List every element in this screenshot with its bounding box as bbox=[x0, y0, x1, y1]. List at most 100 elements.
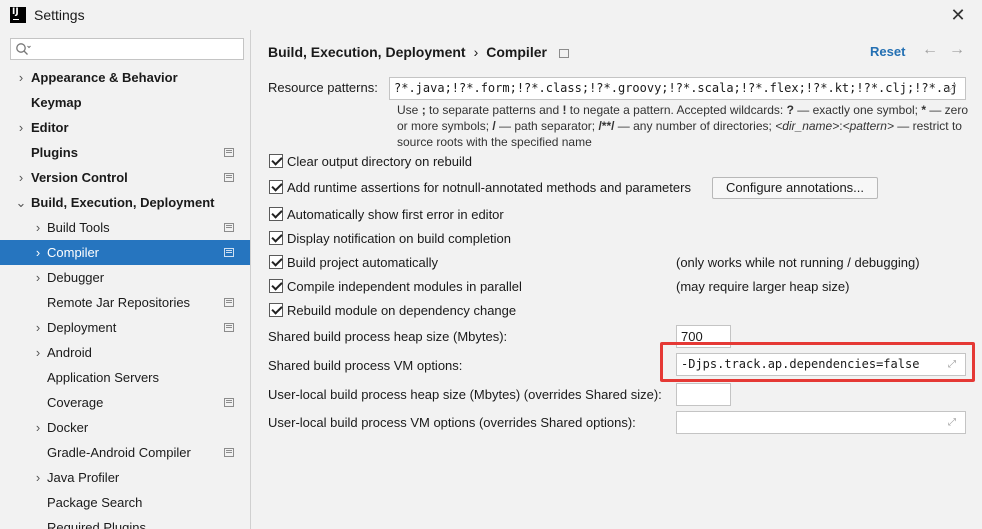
runtime-assertions-checkbox[interactable] bbox=[269, 180, 283, 194]
title-bar: IJ Settings ✕ bbox=[0, 0, 982, 30]
sidebar-item-package-search[interactable]: Package Search bbox=[0, 490, 250, 515]
hint-text: — exactly one symbol; bbox=[793, 103, 922, 117]
project-settings-icon bbox=[224, 248, 234, 257]
expand-icon[interactable]: ⤢ bbox=[948, 359, 959, 370]
checkbox-label: Display notification on build completion bbox=[287, 230, 512, 246]
compiler-settings-panel: Build, Execution, Deployment › Compiler Re… bbox=[252, 30, 982, 529]
project-settings-icon bbox=[224, 148, 234, 157]
settings-search-input[interactable] bbox=[10, 38, 244, 60]
shared-heap-input[interactable]: 700 bbox=[676, 325, 731, 348]
hint-text: to separate patterns and bbox=[425, 103, 563, 117]
rebuild-on-dependency-checkbox[interactable] bbox=[269, 303, 283, 317]
configure-annotations-button[interactable]: Configure annotations... bbox=[712, 177, 878, 199]
settings-sidebar: › Appearance & Behavior Keymap › Editor … bbox=[0, 30, 251, 529]
shared-vm-label: Shared build process VM options: bbox=[268, 358, 463, 373]
sidebar-item-compiler[interactable]: › Compiler bbox=[0, 240, 250, 265]
chevron-right-icon: › bbox=[35, 470, 41, 485]
local-vm-options-input[interactable]: ⤢ bbox=[676, 411, 966, 434]
project-settings-icon bbox=[224, 448, 234, 457]
sidebar-item-appearance-behavior[interactable]: › Appearance & Behavior bbox=[0, 65, 250, 90]
sidebar-item-remote-jar-repositories[interactable]: Remote Jar Repositories bbox=[0, 290, 250, 315]
sidebar-item-label: Compiler bbox=[47, 245, 100, 260]
window-title: Settings bbox=[34, 7, 85, 23]
sidebar-item-android[interactable]: › Android bbox=[0, 340, 250, 365]
search-icon bbox=[16, 43, 31, 55]
chevron-right-icon: › bbox=[18, 120, 24, 135]
sidebar-item-deployment[interactable]: › Deployment bbox=[0, 315, 250, 340]
close-icon: ✕ bbox=[950, 5, 966, 25]
project-settings-icon bbox=[224, 398, 234, 407]
expand-icon[interactable]: ⤢ bbox=[948, 417, 959, 428]
page-title: Compiler bbox=[486, 44, 547, 60]
hint-token: <pattern> bbox=[842, 119, 894, 133]
show-first-error-checkbox-row[interactable]: Automatically show first error in editor bbox=[269, 205, 504, 223]
checkbox-label: Compile independent modules in parallel bbox=[287, 278, 522, 294]
reset-button[interactable]: Reset bbox=[870, 44, 905, 59]
back-arrow-icon[interactable]: ← bbox=[922, 41, 938, 59]
breadcrumb-parent: Build, Execution, Deployment bbox=[268, 44, 466, 60]
parallel-note: (may require larger heap size) bbox=[676, 279, 850, 294]
resource-patterns-label: Resource patterns: bbox=[268, 80, 378, 95]
checkbox-label: Rebuild module on dependency change bbox=[287, 302, 517, 318]
chevron-right-icon: › bbox=[18, 70, 24, 85]
project-settings-icon bbox=[224, 223, 234, 232]
shared-vm-options-input[interactable]: -Djps.track.ap.dependencies=false ⤢ bbox=[676, 353, 966, 376]
sidebar-item-build-tools[interactable]: › Build Tools bbox=[0, 215, 250, 240]
chevron-right-icon: › bbox=[35, 345, 41, 360]
sidebar-item-debugger[interactable]: › Debugger bbox=[0, 265, 250, 290]
sidebar-item-version-control[interactable]: › Version Control bbox=[0, 165, 250, 190]
sidebar-item-label: Docker bbox=[47, 420, 89, 435]
breadcrumb: Build, Execution, Deployment › Compiler bbox=[268, 44, 569, 60]
runtime-assertions-checkbox-row[interactable]: Add runtime assertions for notnull-annot… bbox=[269, 178, 691, 196]
settings-tree: › Appearance & Behavior Keymap › Editor … bbox=[0, 65, 250, 529]
hint-token: /**/ bbox=[598, 119, 615, 133]
close-button[interactable]: ✕ bbox=[948, 5, 968, 25]
clear-output-checkbox-row[interactable]: Clear output directory on rebuild bbox=[269, 152, 472, 170]
sidebar-item-required-plugins[interactable]: Required Plugins bbox=[0, 515, 250, 529]
sidebar-item-label: Debugger bbox=[47, 270, 105, 285]
sidebar-item-build-execution-deployment[interactable]: ⌄ Build, Execution, Deployment bbox=[0, 190, 250, 215]
build-automatically-checkbox-row[interactable]: Build project automatically bbox=[269, 253, 438, 271]
resource-patterns-input[interactable]: ?*.java;!?*.form;!?*.class;!?*.groovy;!?… bbox=[389, 77, 966, 100]
resource-patterns-value: ?*.java;!?*.form;!?*.class;!?*.groovy;!?… bbox=[394, 81, 958, 95]
chevron-down-icon: ⌄ bbox=[15, 195, 27, 210]
sidebar-item-plugins[interactable]: Plugins bbox=[0, 140, 250, 165]
auto-build-note: (only works while not running / debuggin… bbox=[676, 255, 920, 270]
rebuild-on-dependency-checkbox-row[interactable]: Rebuild module on dependency change bbox=[269, 301, 516, 319]
local-vm-label: User-local build process VM options (ove… bbox=[268, 415, 636, 430]
sidebar-item-label: Remote Jar Repositories bbox=[47, 295, 191, 310]
expand-icon[interactable]: ⤢ bbox=[948, 83, 959, 94]
sidebar-item-label: Java Profiler bbox=[47, 470, 120, 485]
project-settings-icon bbox=[224, 298, 234, 307]
shared-heap-value: 700 bbox=[681, 329, 703, 344]
sidebar-item-java-profiler[interactable]: › Java Profiler bbox=[0, 465, 250, 490]
build-notification-checkbox[interactable] bbox=[269, 231, 283, 245]
show-first-error-checkbox[interactable] bbox=[269, 207, 283, 221]
project-settings-icon bbox=[558, 48, 569, 58]
hint-token: <dir_name> bbox=[775, 119, 840, 133]
sidebar-item-label: Deployment bbox=[47, 320, 117, 335]
sidebar-item-gradle-android-compiler[interactable]: Gradle-Android Compiler bbox=[0, 440, 250, 465]
checkbox-label: Automatically show first error in editor bbox=[287, 206, 504, 222]
sidebar-item-label: Plugins bbox=[31, 145, 78, 160]
project-settings-icon bbox=[224, 173, 234, 182]
sidebar-item-coverage[interactable]: Coverage bbox=[0, 390, 250, 415]
hint-text: — path separator; bbox=[495, 119, 599, 133]
sidebar-item-editor[interactable]: › Editor bbox=[0, 115, 250, 140]
hint-text: to negate a pattern. Accepted wildcards: bbox=[566, 103, 787, 117]
sidebar-item-label: Version Control bbox=[31, 170, 128, 185]
checkbox-label: Build project automatically bbox=[287, 254, 439, 270]
sidebar-item-keymap[interactable]: Keymap bbox=[0, 90, 250, 115]
sidebar-item-application-servers[interactable]: Application Servers bbox=[0, 365, 250, 390]
parallel-compile-checkbox[interactable] bbox=[269, 279, 283, 293]
build-automatically-checkbox[interactable] bbox=[269, 255, 283, 269]
sidebar-item-docker[interactable]: › Docker bbox=[0, 415, 250, 440]
chevron-right-icon: › bbox=[35, 270, 41, 285]
parallel-compile-checkbox-row[interactable]: Compile independent modules in parallel bbox=[269, 277, 522, 295]
clear-output-checkbox[interactable] bbox=[269, 154, 283, 168]
local-heap-input[interactable] bbox=[676, 383, 731, 406]
sidebar-item-label: Appearance & Behavior bbox=[31, 70, 178, 85]
forward-arrow-icon[interactable]: → bbox=[949, 41, 965, 59]
sidebar-item-label: Required Plugins bbox=[47, 520, 147, 529]
build-notification-checkbox-row[interactable]: Display notification on build completion bbox=[269, 229, 511, 247]
